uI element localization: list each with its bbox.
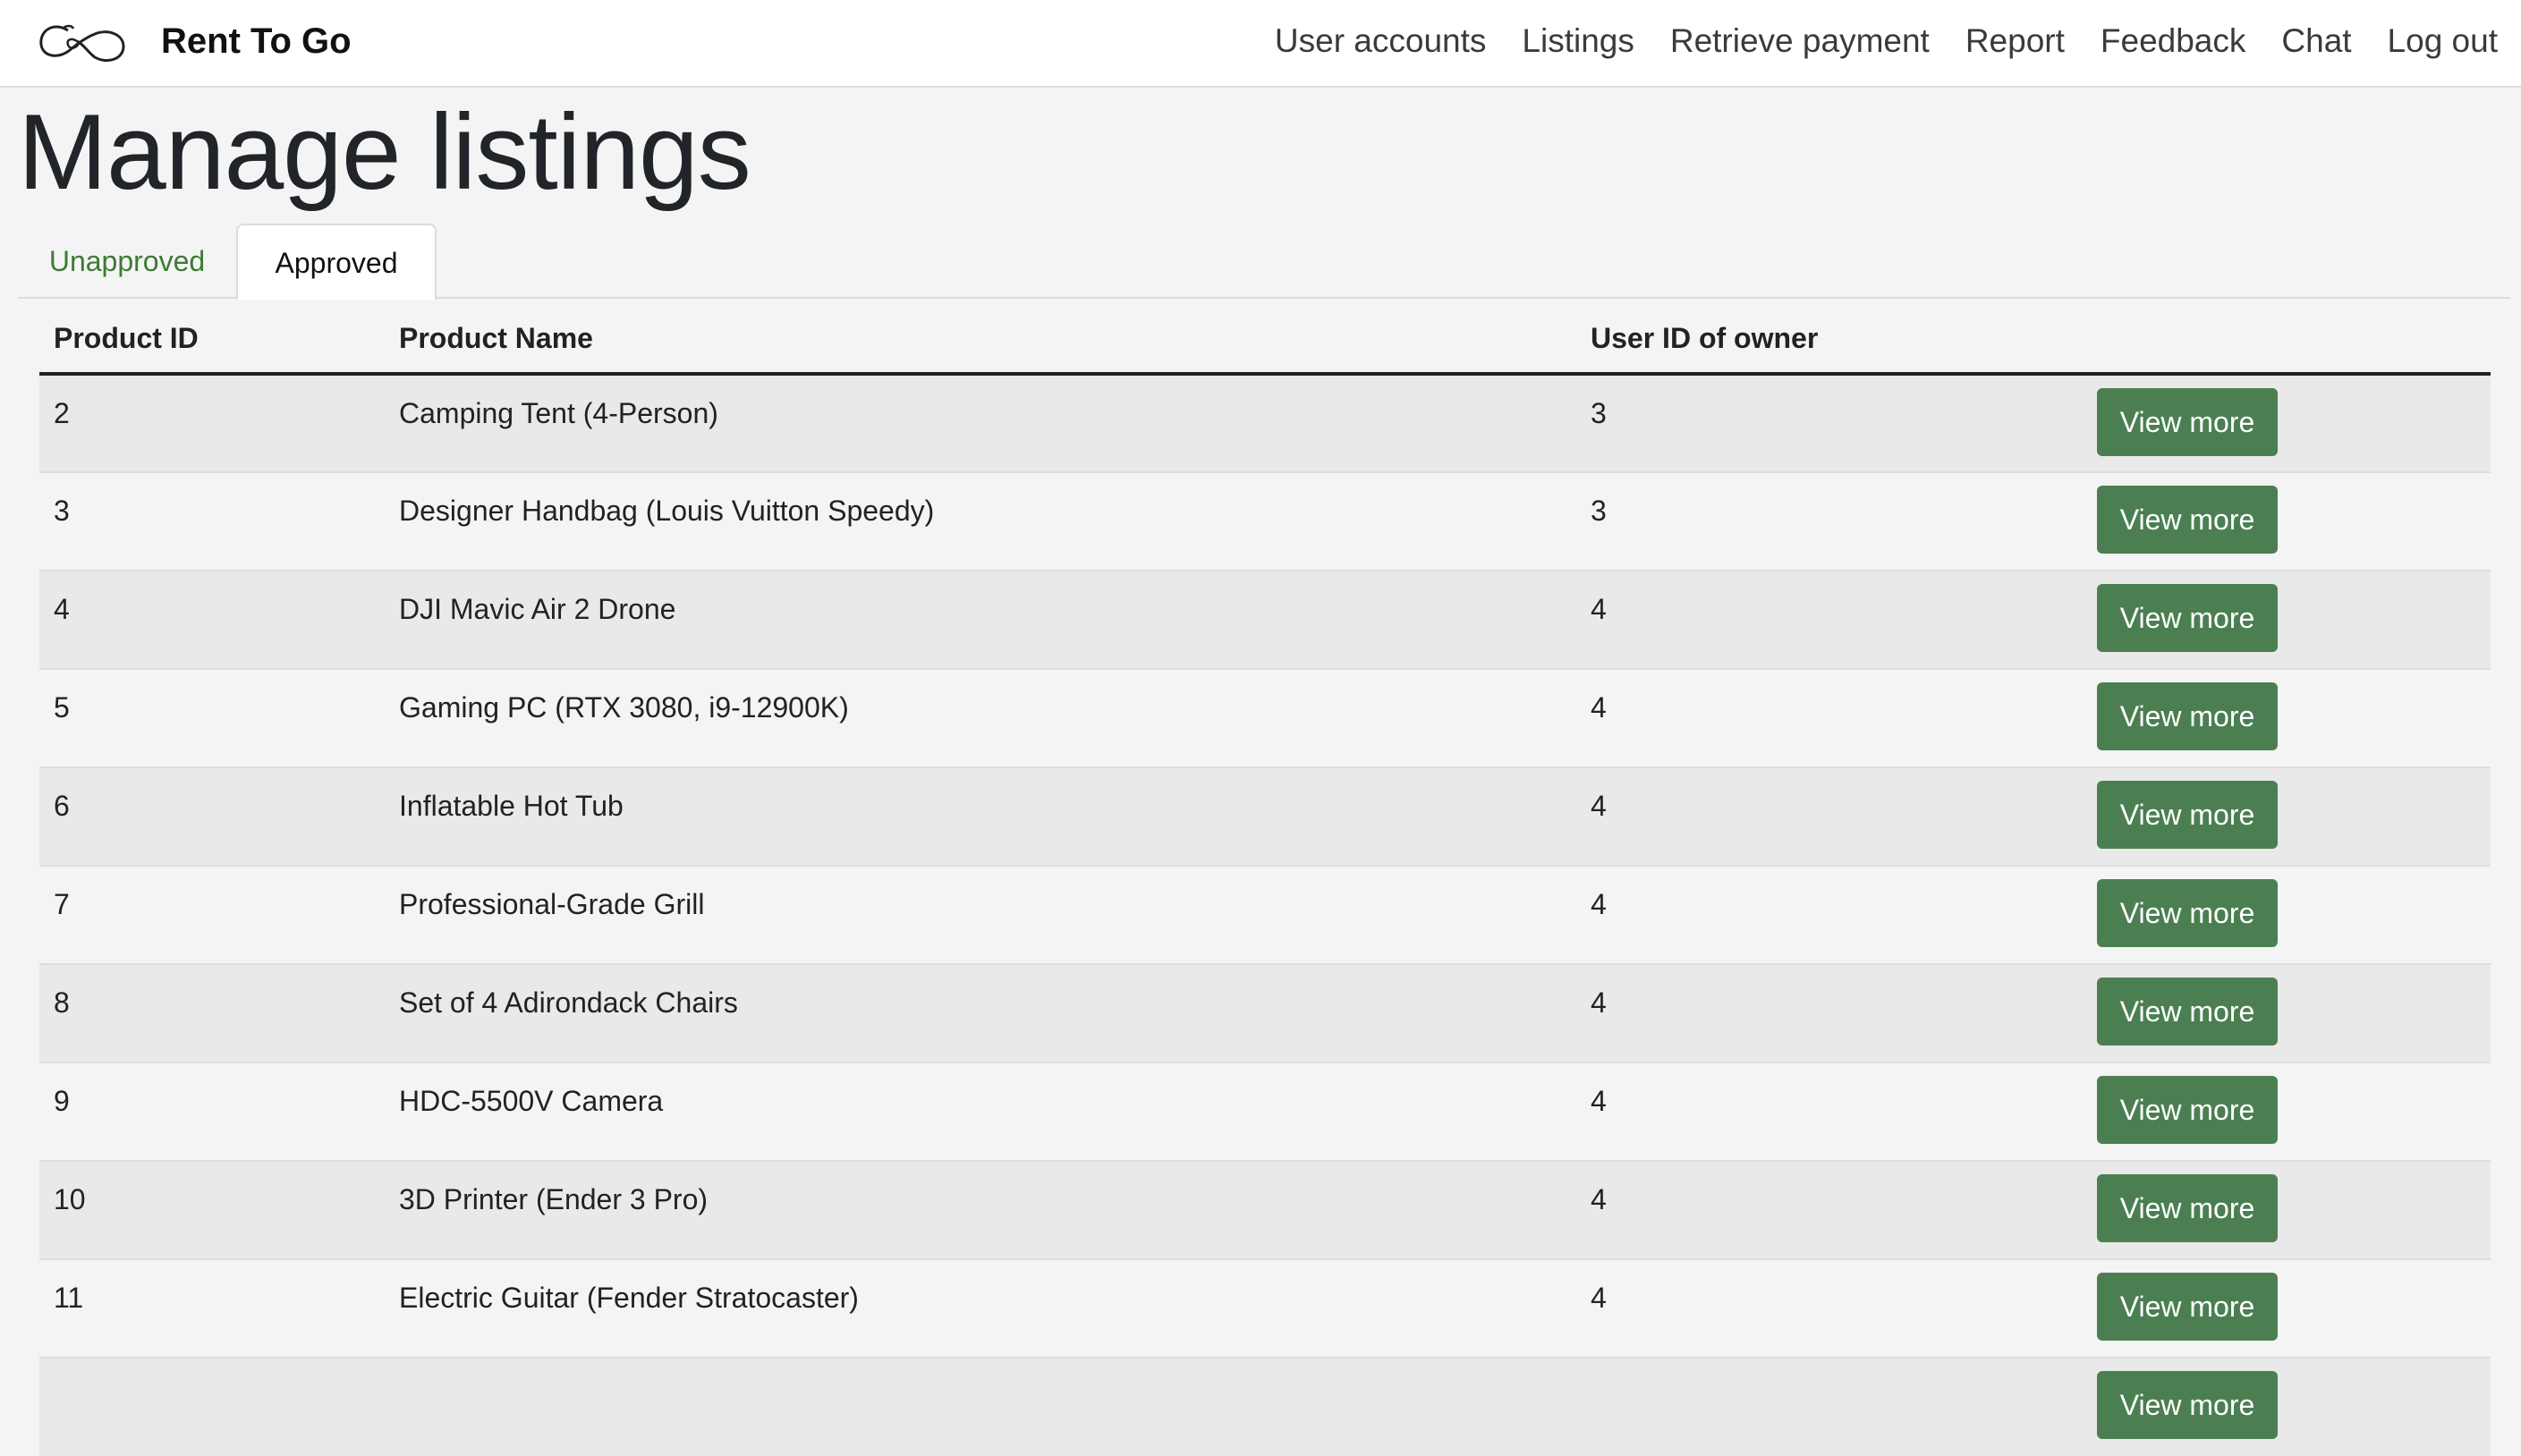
tab-approved[interactable]: Approved [236,224,437,301]
product-id-cell: 6 [39,766,385,866]
view-more-button[interactable]: View more [2097,1371,2278,1439]
owner-id-cell: 4 [1576,1258,2083,1358]
action-cell: View more [2083,1258,2491,1358]
view-more-button[interactable]: View more [2097,682,2278,750]
page-title: Manage listings [18,92,751,212]
listings-table: Product ID Product Name User ID of owner… [39,304,2491,1456]
view-more-button[interactable]: View more [2097,486,2278,554]
product-id-cell: 5 [39,668,385,767]
product-name-cell: DJI Mavic Air 2 Drone [385,570,1576,669]
action-cell: View more [2083,570,2491,669]
owner-id-cell: 4 [1576,1160,2083,1259]
product-name-cell: Professional-Grade Grill [385,865,1576,964]
product-name-cell: Gaming PC (RTX 3080, i9-12900K) [385,668,1576,767]
product-id-cell [39,1357,385,1456]
view-more-button[interactable]: View more [2097,388,2278,456]
owner-id-cell: 4 [1576,865,2083,964]
owner-id-cell: 4 [1576,1062,2083,1161]
product-name-cell: Electric Guitar (Fender Stratocaster) [385,1258,1576,1358]
table-row: 4 DJI Mavic Air 2 Drone 4 View more [39,570,2491,669]
product-name-cell: Camping Tent (4-Person) [385,373,1576,472]
table-header-row: Product ID Product Name User ID of owner [39,304,2491,376]
view-more-button[interactable]: View more [2097,781,2278,849]
action-cell: View more [2083,668,2491,767]
product-id-cell: 2 [39,373,385,472]
view-more-button[interactable]: View more [2097,1273,2278,1341]
product-name-cell: Set of 4 Adirondack Chairs [385,963,1576,1062]
listing-tabs: Unapproved Approved [18,224,2510,301]
navbar: Rent To Go User accounts Listings Retrie… [0,0,2521,88]
table-row: 6 Inflatable Hot Tub 4 View more [39,766,2491,866]
column-header-owner-id: User ID of owner [1576,304,2083,376]
action-cell: View more [2083,963,2491,1062]
nav-listings[interactable]: Listings [1522,16,1634,66]
view-more-button[interactable]: View more [2097,879,2278,947]
action-cell: View more [2083,1062,2491,1161]
table-row: 10 3D Printer (Ender 3 Pro) 4 View more [39,1160,2491,1259]
product-name-cell [385,1357,1576,1456]
table-row: 5 Gaming PC (RTX 3080, i9-12900K) 4 View… [39,668,2491,767]
action-cell: View more [2083,1357,2491,1456]
owner-id-cell: 4 [1576,668,2083,767]
table-row: 2 Camping Tent (4-Person) 3 View more [39,373,2491,472]
view-more-button[interactable]: View more [2097,1174,2278,1242]
product-id-cell: 7 [39,865,385,964]
product-name-cell: Designer Handbag (Louis Vuitton Speedy) [385,471,1576,571]
table-row: View more [39,1357,2491,1456]
view-more-button[interactable]: View more [2097,978,2278,1045]
action-cell: View more [2083,1160,2491,1259]
tab-unapproved[interactable]: Unapproved [18,224,236,299]
column-header-product-name: Product Name [385,304,1576,376]
column-header-product-id: Product ID [39,304,385,376]
nav-chat[interactable]: Chat [2281,16,2351,66]
product-id-cell: 10 [39,1160,385,1259]
nav-retrieve-payment[interactable]: Retrieve payment [1670,16,1930,66]
table-row: 7 Professional-Grade Grill 4 View more [39,865,2491,964]
action-cell: View more [2083,373,2491,472]
product-name-cell: Inflatable Hot Tub [385,766,1576,866]
rent-to-go-logo-icon[interactable] [36,18,129,68]
owner-id-cell: 3 [1576,471,2083,571]
nav-user-accounts[interactable]: User accounts [1275,16,1487,66]
owner-id-cell: 4 [1576,963,2083,1062]
product-id-cell: 8 [39,963,385,1062]
nav-feedback[interactable]: Feedback [2101,16,2246,66]
column-header-actions [2083,304,2491,376]
product-name-cell: HDC-5500V Camera [385,1062,1576,1161]
owner-id-cell: 4 [1576,570,2083,669]
product-id-cell: 11 [39,1258,385,1358]
view-more-button[interactable]: View more [2097,1076,2278,1144]
owner-id-cell: 4 [1576,766,2083,866]
product-id-cell: 3 [39,471,385,571]
main-nav: User accounts Listings Retrieve payment … [1275,16,2498,66]
brand-name[interactable]: Rent To Go [161,18,352,64]
product-id-cell: 9 [39,1062,385,1161]
table-row: 8 Set of 4 Adirondack Chairs 4 View more [39,963,2491,1062]
owner-id-cell: 3 [1576,373,2083,472]
product-name-cell: 3D Printer (Ender 3 Pro) [385,1160,1576,1259]
nav-report[interactable]: Report [1965,16,2065,66]
owner-id-cell [1576,1357,2083,1456]
view-more-button[interactable]: View more [2097,584,2278,652]
action-cell: View more [2083,471,2491,571]
action-cell: View more [2083,865,2491,964]
product-id-cell: 4 [39,570,385,669]
table-row: 11 Electric Guitar (Fender Stratocaster)… [39,1258,2491,1358]
table-row: 9 HDC-5500V Camera 4 View more [39,1062,2491,1161]
action-cell: View more [2083,766,2491,866]
nav-log-out[interactable]: Log out [2388,16,2498,66]
table-row: 3 Designer Handbag (Louis Vuitton Speedy… [39,471,2491,571]
